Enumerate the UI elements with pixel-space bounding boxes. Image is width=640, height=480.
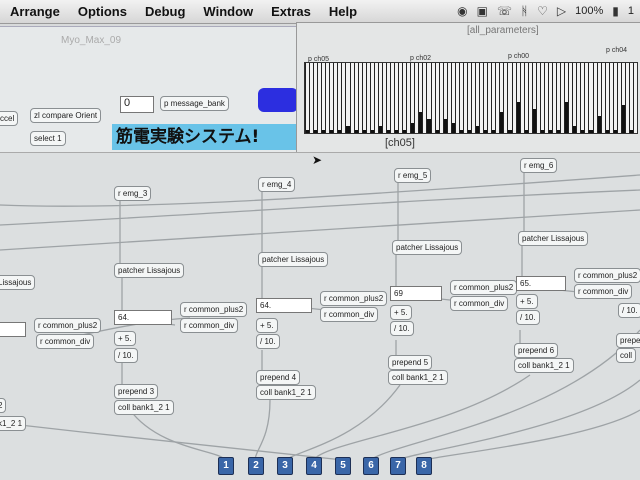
plus-object[interactable]: + 5. (256, 318, 278, 333)
coll-bank-object[interactable]: coll bank1_2 1 (114, 400, 174, 415)
float-number-box[interactable]: 69 (390, 286, 442, 301)
float-number-box[interactable]: 64. (256, 298, 312, 313)
common-div-object[interactable]: r common_div (180, 318, 239, 333)
coll-object-left[interactable]: k1_2 1 (0, 416, 27, 431)
common-div-object[interactable]: r common_div (320, 307, 379, 322)
divide-object-right[interactable]: / 10. (618, 303, 640, 318)
common-plus-object[interactable]: r common_plus2 (574, 268, 640, 283)
float-number-box[interactable]: 64. (114, 310, 172, 325)
patcher-lissajous-object[interactable]: patcher Lissajous (114, 263, 185, 278)
receive-emg-object[interactable]: r emg_4 (258, 177, 296, 192)
receive-emg-object[interactable]: r emg_3 (114, 186, 152, 201)
patcher-lissajous-object[interactable]: patcher Lissajous (258, 252, 329, 267)
outlet-4[interactable]: 4 (306, 457, 322, 475)
common-div-object[interactable]: r common_div (450, 296, 509, 311)
outlet-5[interactable]: 5 (335, 457, 351, 475)
common-div-object-left[interactable]: r common_div (36, 334, 95, 349)
prepend-object[interactable]: prepend 4 (256, 370, 301, 385)
coll-bank-object[interactable]: coll bank1_2 1 (256, 385, 316, 400)
patcher-lissajous-object[interactable]: patcher Lissajous (518, 231, 589, 246)
receive-emg-object[interactable]: r emg_6 (520, 158, 558, 173)
coll-object-right[interactable]: coll (616, 348, 637, 363)
common-div-object[interactable]: r common_div (574, 284, 633, 299)
lissajous-object-left[interactable]: Lissajous (0, 275, 36, 290)
plus-object[interactable]: + 5. (390, 305, 412, 320)
mouse-cursor-icon: ➤ (312, 153, 323, 167)
outlet-6[interactable]: 6 (363, 457, 379, 475)
number-box-left[interactable] (0, 322, 26, 337)
prepend-object[interactable]: prepend 5 (388, 355, 433, 370)
divide-object[interactable]: / 10. (516, 310, 540, 325)
prepend-object-right[interactable]: prepe (616, 333, 640, 348)
outlet-2[interactable]: 2 (248, 457, 264, 475)
prepend-object-left[interactable]: 2 (0, 398, 7, 413)
divide-object[interactable]: / 10. (390, 321, 414, 336)
coll-bank-object[interactable]: coll bank1_2 1 (388, 370, 448, 385)
receive-emg-object[interactable]: r emg_5 (394, 168, 432, 183)
divide-object[interactable]: / 10. (256, 334, 280, 349)
common-plus-object-left[interactable]: r common_plus2 (34, 318, 102, 333)
prepend-object[interactable]: prepend 6 (514, 343, 559, 358)
plus-object[interactable]: + 5. (114, 331, 136, 346)
outlet-8[interactable]: 8 (416, 457, 432, 475)
common-plus-object[interactable]: r common_plus2 (320, 291, 388, 306)
common-plus-object[interactable]: r common_plus2 (450, 280, 518, 295)
patcher-lissajous-object[interactable]: patcher Lissajous (392, 240, 463, 255)
common-plus-object[interactable]: r common_plus2 (180, 302, 248, 317)
prepend-object[interactable]: prepend 3 (114, 384, 159, 399)
outlet-7[interactable]: 7 (390, 457, 406, 475)
coll-bank-object[interactable]: coll bank1_2 1 (514, 358, 574, 373)
outlet-1[interactable]: 1 (218, 457, 234, 475)
outlet-3[interactable]: 3 (277, 457, 293, 475)
divide-object[interactable]: / 10. (114, 348, 138, 363)
float-number-box[interactable]: 65. (516, 276, 566, 291)
plus-object[interactable]: + 5. (516, 294, 538, 309)
